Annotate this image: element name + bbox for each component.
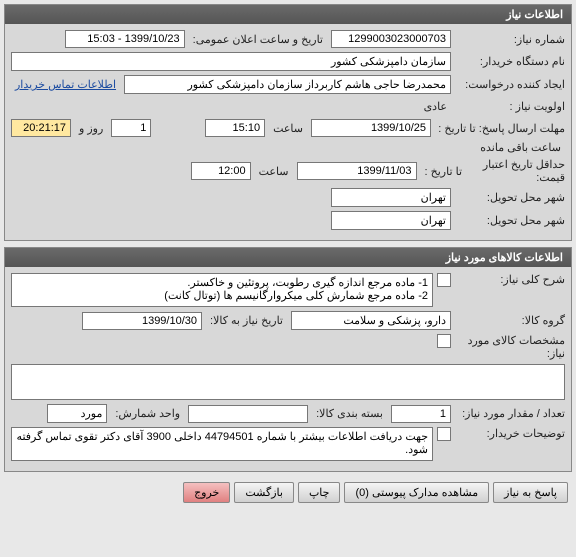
lbl-buyer: نام دستگاه خریدار: xyxy=(455,55,565,68)
fld-city1: تهران xyxy=(331,188,451,207)
back-button[interactable]: بازگشت xyxy=(234,482,294,503)
fld-deadline-time: 15:10 xyxy=(205,119,265,137)
lbl-todate: تا تاریخ : xyxy=(421,165,466,178)
need-info-panel: اطلاعات نیاز شماره نیاز: 129900302300070… xyxy=(4,4,572,241)
row-deadline: مهلت ارسال پاسخ: تا تاریخ : 1399/10/25 س… xyxy=(11,119,565,154)
lbl-qty: تعداد / مقدار مورد نیاز: xyxy=(455,407,565,420)
fld-need-no: 1299003023000703 xyxy=(331,30,451,48)
lbl-announce: تاریخ و ساعت اعلان عمومی: xyxy=(189,33,327,46)
lbl-city2: شهر محل تحویل: xyxy=(455,214,565,227)
row-creator: ایجاد کننده درخواست: محمدرضا حاجی هاشم ک… xyxy=(11,75,565,94)
fld-announce: 1399/10/23 - 15:03 xyxy=(65,30,185,48)
row-notes: توضیحات خریدار: جهت دریافت اطلاعات بیشتر… xyxy=(11,427,565,461)
lbl-need-no: شماره نیاز: xyxy=(455,33,565,46)
lbl-notes: توضیحات خریدار: xyxy=(455,427,565,440)
lbl-need-date: تاریخ نیاز به کالا: xyxy=(206,314,287,327)
fld-validity-time: 12:00 xyxy=(191,162,251,180)
fld-need-date: 1399/10/30 xyxy=(82,312,202,330)
fld-city2: تهران xyxy=(331,211,451,230)
row-spec: مشخصات کالای مورد نیاز: xyxy=(11,334,565,400)
row-priority: اولویت نیاز : عادی xyxy=(11,98,565,115)
lbl-time1: ساعت xyxy=(269,122,307,135)
lbl-deadline: مهلت ارسال پاسخ: تا تاریخ : xyxy=(435,122,565,135)
respond-button[interactable]: پاسخ به نیاز xyxy=(493,482,568,503)
lbl-city1: شهر محل تحویل: xyxy=(455,191,565,204)
fld-validity-date: 1399/11/03 xyxy=(297,162,417,180)
panel2-header: اطلاعات کالاهای مورد نیاز xyxy=(5,248,571,267)
lbl-pkg: بسته بندی کالا: xyxy=(312,407,387,420)
link-contact[interactable]: اطلاعات تماس خریدار xyxy=(11,78,120,91)
row-validity: حداقل تاریخ اعتبار قیمت: تا تاریخ : 1399… xyxy=(11,158,565,184)
panel2-body: شرح کلی نیاز: 1- ماده مرجع اندازه گیری ر… xyxy=(5,267,571,471)
panel1-body: شماره نیاز: 1299003023000703 تاریخ و ساع… xyxy=(5,24,571,240)
fld-qty: 1 xyxy=(391,405,451,423)
button-bar: پاسخ به نیاز مشاهده مدارک پیوستی (0) چاپ… xyxy=(4,478,572,507)
attachments-button[interactable]: مشاهده مدارک پیوستی (0) xyxy=(344,482,489,503)
row-buyer: نام دستگاه خریدار: سازمان دامپزشکی کشور xyxy=(11,52,565,71)
fld-unit: مورد xyxy=(47,404,107,423)
expand-icon-3[interactable] xyxy=(437,427,451,441)
fld-spec[interactable] xyxy=(11,364,565,400)
panel1-header: اطلاعات نیاز xyxy=(5,5,571,24)
fld-desc: 1- ماده مرجع اندازه گیری رطوبت، پروتئین … xyxy=(11,273,433,307)
fld-buyer: سازمان دامپزشکی کشور xyxy=(11,52,451,71)
lbl-priority: اولویت نیاز : xyxy=(455,100,565,113)
goods-info-panel: اطلاعات کالاهای مورد نیاز شرح کلی نیاز: … xyxy=(4,247,572,472)
fld-deadline-date: 1399/10/25 xyxy=(311,119,431,137)
row-qty: تعداد / مقدار مورد نیاز: 1 بسته بندی کال… xyxy=(11,404,565,423)
lbl-group: گروه کالا: xyxy=(455,314,565,327)
fld-pkg xyxy=(188,405,308,423)
fld-days-left: 1 xyxy=(111,119,151,137)
lbl-time2: ساعت xyxy=(255,165,293,178)
fld-notes: جهت دریافت اطلاعات بیشتر با شماره 447945… xyxy=(11,427,433,461)
fld-creator: محمدرضا حاجی هاشم کاربرداز سازمان دامپزش… xyxy=(124,75,451,94)
lbl-remain: ساعت باقی مانده xyxy=(476,141,565,154)
lbl-desc: شرح کلی نیاز: xyxy=(455,273,565,286)
row-desc: شرح کلی نیاز: 1- ماده مرجع اندازه گیری ر… xyxy=(11,273,565,307)
txt-priority: عادی xyxy=(420,98,451,115)
row-city2: شهر محل تحویل: تهران xyxy=(11,211,565,230)
lbl-unit: واحد شمارش: xyxy=(111,407,184,420)
print-button[interactable]: چاپ xyxy=(298,482,341,503)
row-city1: شهر محل تحویل: تهران xyxy=(11,188,565,207)
lbl-spec: مشخصات کالای مورد نیاز: xyxy=(455,334,565,360)
row-need-no: شماره نیاز: 1299003023000703 تاریخ و ساع… xyxy=(11,30,565,48)
expand-icon[interactable] xyxy=(437,273,451,287)
fld-group: دارو، پزشکی و سلامت xyxy=(291,311,451,330)
exit-button[interactable]: خروج xyxy=(183,482,230,503)
fld-time-left: 20:21:17 xyxy=(11,119,71,137)
expand-icon-2[interactable] xyxy=(437,334,451,348)
row-group: گروه کالا: دارو، پزشکی و سلامت تاریخ نیا… xyxy=(11,311,565,330)
lbl-validity: حداقل تاریخ اعتبار قیمت: xyxy=(470,158,565,184)
lbl-creator: ایجاد کننده درخواست: xyxy=(455,78,565,91)
lbl-days: روز و xyxy=(75,122,107,135)
